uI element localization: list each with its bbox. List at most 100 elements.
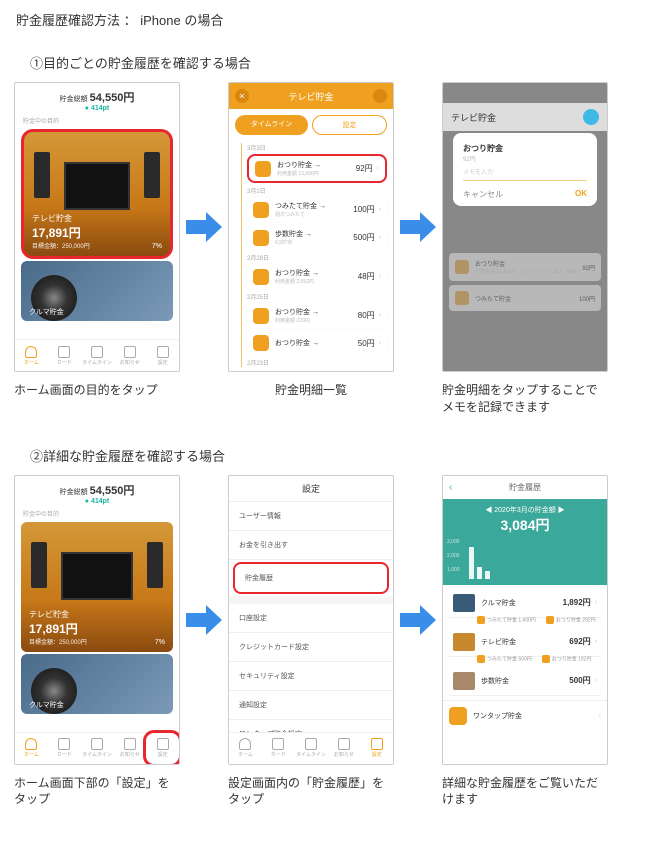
- modal-bg-header: テレビ貯金: [443, 103, 607, 131]
- settings-item-security[interactable]: セキュリティ設定: [229, 662, 393, 691]
- goal-amount: 17,891円: [32, 224, 162, 241]
- points-badge[interactable]: ● 414pt: [15, 105, 179, 112]
- date-label: 3月3日: [247, 143, 387, 152]
- settings-item-account[interactable]: 口座設定: [229, 604, 393, 633]
- cancel-button[interactable]: キャンセル: [463, 189, 503, 200]
- settings-item-notify[interactable]: 通知設定: [229, 691, 393, 720]
- nav-notice[interactable]: お知らせ: [113, 340, 146, 371]
- nav-timeline[interactable]: タイムライン: [81, 340, 114, 371]
- nav-home[interactable]: ホーム: [15, 340, 48, 371]
- caption-1a: ホーム画面の目的をタップ: [14, 382, 180, 416]
- card-icon: [58, 738, 70, 750]
- back-icon[interactable]: ‹: [449, 482, 452, 493]
- settings-item-user[interactable]: ユーザー情報: [229, 502, 393, 531]
- timeline-item[interactable]: おつり貯金 →利用金額 2,952円 48円›: [247, 264, 387, 289]
- nav-notice[interactable]: お知らせ: [327, 733, 360, 764]
- nav-settings[interactable]: 設定: [360, 733, 393, 764]
- coin-icon: [255, 161, 271, 177]
- dialog-title: おつり貯金: [463, 143, 587, 154]
- nav-home[interactable]: ホーム: [15, 733, 48, 764]
- timeline-item[interactable]: おつり貯金 → 50円›: [247, 331, 387, 355]
- goal-name: テレビ貯金: [32, 213, 162, 224]
- screen-timeline: × テレビ貯金 タイムライン 設定 3月3日 おつり貯金 →利用金額 13,60…: [228, 82, 394, 372]
- nav-settings[interactable]: 設定: [146, 340, 179, 371]
- settings-item-withdraw[interactable]: お金を引き出す: [229, 531, 393, 560]
- ok-button[interactable]: OK: [575, 189, 587, 200]
- arrow-icon: [186, 605, 222, 635]
- share-icon[interactable]: [583, 109, 599, 125]
- total-value: 54,550円: [90, 92, 135, 104]
- piggy-icon: [253, 202, 269, 218]
- arrow-icon: [400, 605, 436, 635]
- chevron-right-icon: ›: [595, 599, 597, 606]
- date-label: 3月1日: [247, 186, 387, 195]
- goal-name: クルマ貯金: [29, 307, 64, 317]
- home-icon: [25, 738, 37, 750]
- nav-notice[interactable]: お知らせ: [113, 733, 146, 764]
- timeline-icon: [305, 738, 317, 750]
- goal-card-car[interactable]: クルマ貯金: [21, 654, 173, 714]
- timeline-item[interactable]: つみたて貯金 →週次つみたて 100円›: [247, 197, 387, 222]
- memo-input[interactable]: メモを入力: [463, 167, 587, 181]
- screen-settings: 設定 ユーザー情報 お金を引き出す 貯金履歴 口座設定 クレジットカード設定 セ…: [228, 475, 394, 765]
- tab-timeline[interactable]: タイムライン: [235, 115, 308, 135]
- bottom-nav: ホーム カード タイムライン お知らせ 設定: [15, 732, 179, 764]
- goal-card-tv[interactable]: テレビ貯金 17,891円 目標金額：250,000円 7%: [21, 129, 173, 259]
- nav-card[interactable]: カード: [48, 733, 81, 764]
- nav-home[interactable]: ホーム: [229, 733, 262, 764]
- thumb-icon: [453, 672, 475, 690]
- more-icon[interactable]: [373, 89, 387, 103]
- section-1-title: ①目的ごとの貯金履歴を確認する場合: [0, 53, 653, 72]
- timeline-icon: [91, 346, 103, 358]
- goal-card-car[interactable]: クルマ貯金: [21, 261, 173, 321]
- history-row[interactable]: クルマ貯金 1,892円 ›: [449, 589, 601, 618]
- home-icon: [239, 738, 251, 750]
- screen-memo-modal: テレビ貯金 おつり貯金 92円 メモを入力 キャンセル OK おつり貯金利用金額…: [442, 82, 608, 372]
- coin-icon: [253, 308, 269, 324]
- timeline-item[interactable]: おつり貯金 →利用金額 13,600円 92円›: [247, 154, 387, 183]
- bell-icon: [124, 738, 136, 750]
- caption-2a: ホーム画面下部の「設定」をタップ: [14, 775, 180, 809]
- date-label: 2月25日: [247, 292, 387, 301]
- settings-item-history[interactable]: 貯金履歴: [233, 562, 389, 594]
- goals-subhead: 貯金中の目的: [15, 114, 179, 127]
- coin-icon: [253, 269, 269, 285]
- gear-icon: [157, 346, 169, 358]
- dim-item: つみたて貯金100円: [449, 285, 601, 311]
- settings-item-card[interactable]: クレジットカード設定: [229, 633, 393, 662]
- onetap-footer[interactable]: ワンタップ貯金 ›: [443, 700, 607, 731]
- nav-settings[interactable]: 設定: [146, 733, 179, 764]
- row-2: 貯金総額54,550円 ● 414pt 貯金中の目的 テレビ貯金 17,891円…: [0, 475, 653, 765]
- screen-home-1: 貯金総額54,550円 ● 414pt 貯金中の目的 テレビ貯金 17,891円…: [14, 82, 180, 372]
- goal-card-tv[interactable]: テレビ貯金 17,891円 目標金額：250,000円 7%: [21, 522, 173, 652]
- document-title: 貯金履歴確認方法 ： iPhone の場合: [0, 10, 653, 29]
- card-icon: [58, 346, 70, 358]
- history-total: 3,084円: [443, 515, 607, 535]
- timeline-item[interactable]: 歩数貯金 →6,587歩 500円›: [247, 225, 387, 250]
- bell-icon: [338, 738, 350, 750]
- date-label: 2月28日: [247, 253, 387, 262]
- history-chart: 3,000 2,000 1,000: [443, 537, 607, 585]
- timeline-item[interactable]: おつり貯金 →利用金額 220円 80円›: [247, 303, 387, 328]
- timeline-icon: [91, 738, 103, 750]
- nav-timeline[interactable]: タイムライン: [295, 733, 328, 764]
- bottom-nav: ホーム カード タイムライン お知らせ 設定: [229, 732, 393, 764]
- nav-card[interactable]: カード: [262, 733, 295, 764]
- history-row[interactable]: テレビ貯金 692円 ›: [449, 628, 601, 657]
- history-month: ◀ 2020年3月の貯金額 ▶: [443, 505, 607, 515]
- tab-settings[interactable]: 設定: [312, 115, 387, 135]
- thumb-icon: [453, 594, 475, 612]
- nav-timeline[interactable]: タイムライン: [81, 733, 114, 764]
- close-icon[interactable]: ×: [235, 89, 249, 103]
- history-row[interactable]: 歩数貯金 500円 ›: [449, 667, 601, 696]
- bottom-nav: ホーム カード タイムライン お知らせ 設定: [15, 339, 179, 371]
- settings-title: 設定: [229, 476, 393, 502]
- screen-home-2: 貯金総額54,550円 ● 414pt 貯金中の目的 テレビ貯金 17,891円…: [14, 475, 180, 765]
- goal-target: 目標金額：250,000円: [32, 241, 162, 250]
- card-icon: [272, 738, 284, 750]
- total-label: 貯金総額: [60, 96, 88, 103]
- timeline-header: × テレビ貯金: [229, 83, 393, 109]
- points-badge[interactable]: ● 414pt: [15, 498, 179, 505]
- nav-card[interactable]: カード: [48, 340, 81, 371]
- dim-item: おつり貯金利用金額 13,600円 マスターカード本人 MON s92円: [449, 253, 601, 281]
